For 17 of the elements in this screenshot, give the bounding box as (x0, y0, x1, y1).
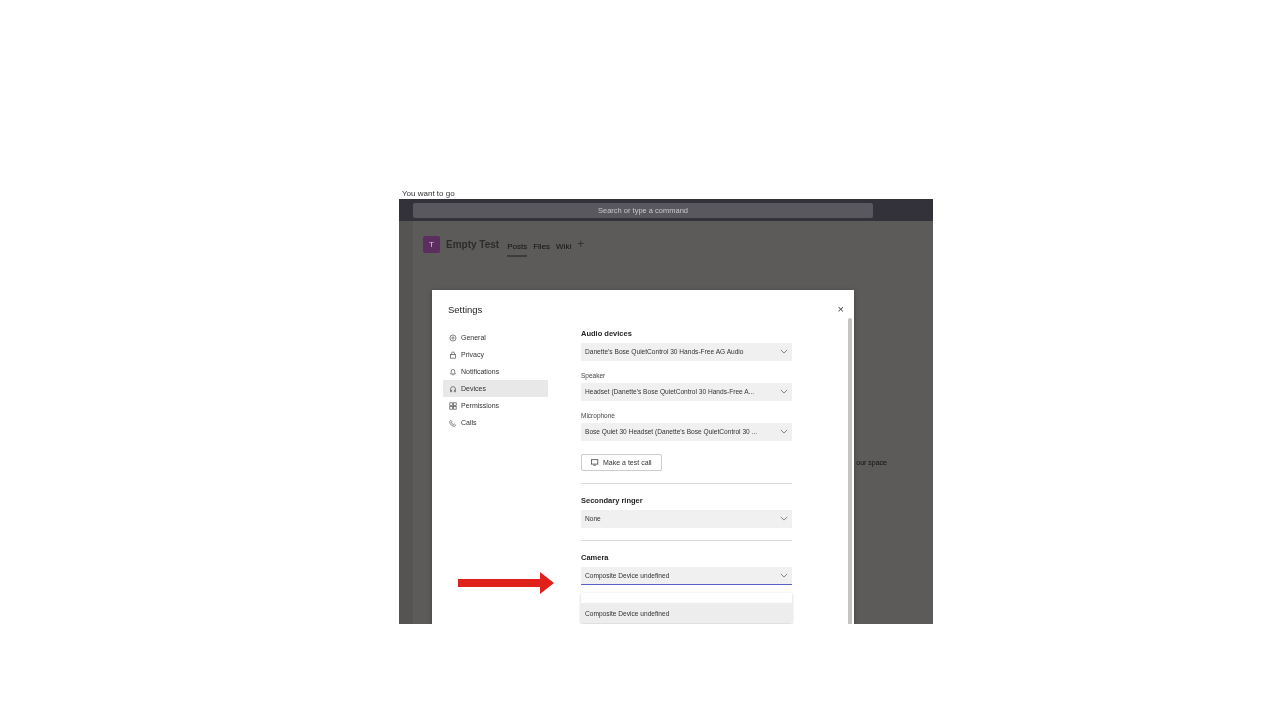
cut-off-text: You want to go (402, 189, 455, 199)
monitor-icon (591, 459, 599, 466)
chevron-down-icon (780, 429, 788, 434)
chevron-down-icon (780, 349, 788, 354)
close-button[interactable]: × (837, 304, 844, 315)
scrollbar[interactable] (848, 318, 852, 624)
phone-icon (449, 418, 457, 427)
headset-icon (449, 384, 457, 393)
dialog-title: Settings (448, 304, 483, 315)
chevron-down-icon (780, 389, 788, 394)
chevron-down-icon (780, 516, 788, 521)
chevron-down-icon (780, 573, 788, 578)
grid-icon (449, 401, 457, 410)
bell-icon (449, 367, 457, 376)
gear-icon (449, 333, 457, 342)
lock-icon (449, 350, 457, 359)
team-avatar: T (423, 235, 440, 253)
